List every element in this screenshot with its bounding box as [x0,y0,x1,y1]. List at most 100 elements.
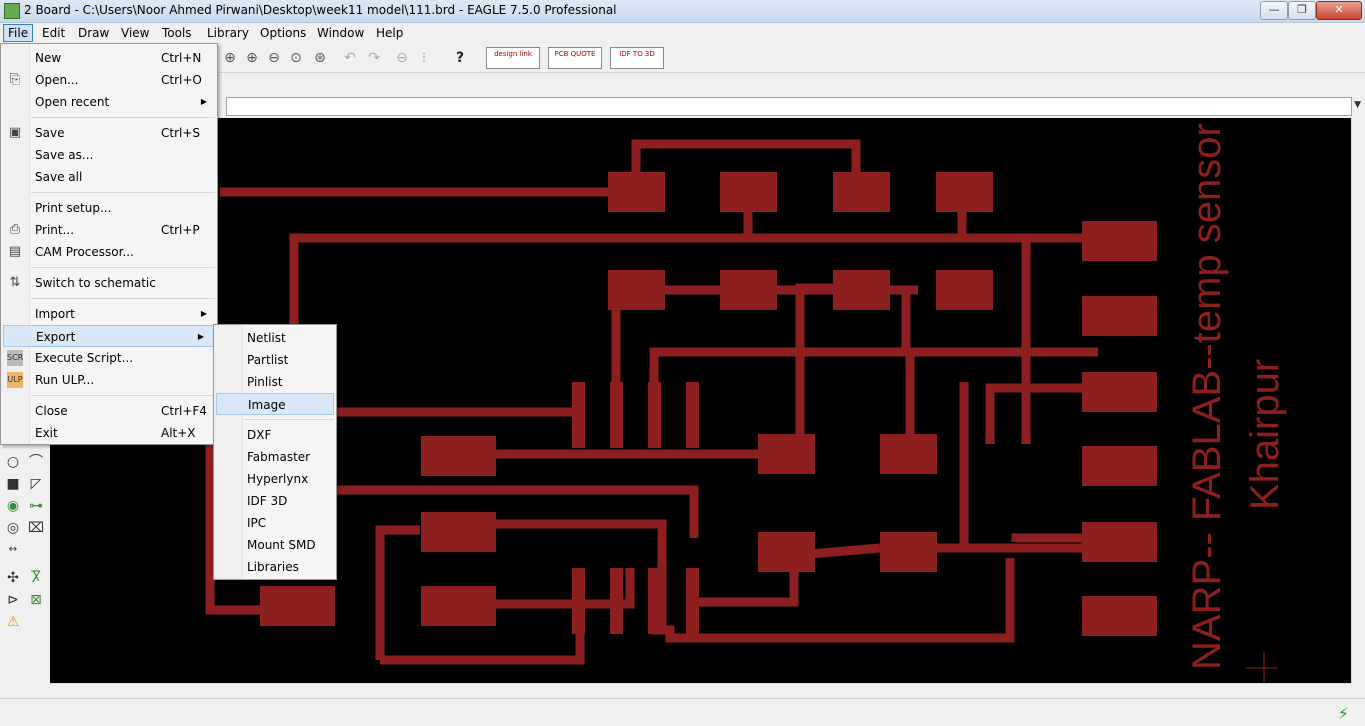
trace [375,525,420,660]
eagle-app-icon [4,3,20,19]
menu-edit[interactable]: Edit [38,25,69,41]
redo-icon[interactable]: ↷ [366,50,382,66]
dimension-tool-icon[interactable]: ↔ [5,542,21,558]
file-menu-close[interactable]: Close Ctrl+F4 [1,400,217,422]
menu-help[interactable]: Help [372,25,407,41]
chevron-right-icon: ▶ [200,309,207,318]
smd-pad [758,532,815,572]
file-menu-save[interactable]: ▣ Save Ctrl+S [1,122,217,144]
export-submenu: Netlist Partlist Pinlist Image DXF Fabma… [213,324,337,580]
design-link-button[interactable]: design link [486,47,540,69]
ic-pin [572,382,585,448]
chevron-right-icon: ▶ [197,332,204,341]
trace [809,543,881,559]
file-menu-save-as[interactable]: Save as... [1,144,217,166]
board-label-line2: Khairpur [1243,359,1287,510]
rect-tool-icon[interactable]: ■ [5,476,21,492]
zoom-select-icon[interactable]: ⊛ [312,50,328,66]
via-tool-icon[interactable]: ◉ [5,498,21,514]
ic-pin [648,382,661,448]
ic-pin [648,568,661,634]
command-input[interactable] [226,97,1352,116]
file-menu-run-ulp[interactable]: ULP Run ULP... [1,369,217,391]
drc-tool-icon[interactable]: ⊳ [5,592,21,608]
help-icon[interactable]: ? [452,50,468,66]
hole-tool-icon[interactable]: ◎ [5,520,21,536]
smd-pad [720,270,777,310]
menu-draw[interactable]: Draw [74,25,113,41]
file-menu-execute-script[interactable]: SCR Execute Script... [1,347,217,369]
chevron-right-icon: ▶ [200,97,207,106]
ic-pin [610,568,623,634]
file-menu-open-recent[interactable]: Open recent ▶ [1,91,217,113]
minimize-button[interactable]: — [1260,1,1288,20]
switch-icon: ⇅ [9,275,21,290]
ratsnest-tool-icon[interactable]: ✣ [5,570,21,586]
menu-view[interactable]: View [117,25,153,41]
file-menu-print-setup[interactable]: Print setup... [1,197,217,219]
export-partlist[interactable]: Partlist [214,349,336,371]
export-pinlist[interactable]: Pinlist [214,371,336,393]
vertical-scrollbar[interactable] [1351,118,1365,683]
menu-file[interactable]: File [3,24,34,42]
file-menu-cam-processor[interactable]: ▤ CAM Processor... [1,241,217,263]
export-hyperlynx[interactable]: Hyperlynx [214,468,336,490]
arc-tool-icon[interactable]: ⌒ [28,454,44,470]
export-mount-smd[interactable]: Mount SMD [214,534,336,556]
export-idf-3d[interactable]: IDF 3D [214,490,336,512]
stop-icon[interactable]: ⊖ [394,50,410,66]
zoom-redraw-icon[interactable]: ⊙ [288,50,304,66]
export-ipc[interactable]: IPC [214,512,336,534]
zoom-in-icon[interactable]: ⊕ [244,50,260,66]
smd-pad [880,434,937,474]
menu-library[interactable]: Library [203,25,253,41]
export-dxf[interactable]: DXF [214,424,336,446]
trace [490,568,635,609]
pcb-quote-button[interactable]: PCB QUOTE [548,47,602,69]
zoom-fit-icon[interactable]: ⊕ [222,50,238,66]
header-pad [1082,372,1157,412]
zoom-out-icon[interactable]: ⊖ [266,50,282,66]
smd-pad [880,532,937,572]
smd-pad [720,172,777,212]
lightning-icon[interactable]: ⚡ [1338,704,1349,723]
idf-to-3d-button[interactable]: IDF TO 3D [610,47,664,69]
horizontal-scrollbar[interactable] [50,683,1351,698]
file-menu-save-all[interactable]: Save all [1,166,217,188]
file-menu-switch-schematic[interactable]: ⇅ Switch to schematic [1,272,217,294]
undo-icon[interactable]: ↶ [342,50,358,66]
header-pad [1082,221,1157,261]
polygon-tool-icon[interactable]: ◸ [28,476,44,492]
header-pad [1082,446,1157,486]
file-menu-open[interactable]: ⎘ Open... Ctrl+O [1,69,217,91]
close-window-button[interactable]: ✕ [1316,1,1362,20]
menu-tools[interactable]: Tools [158,25,196,41]
menu-options[interactable]: Options [256,25,310,41]
file-menu-export[interactable]: Export ▶ [3,325,215,347]
chevron-down-icon[interactable]: ▼ [1354,100,1361,110]
erc-tool-icon[interactable]: ⊠ [28,592,44,608]
warning-icon[interactable]: ⚠ [5,614,21,630]
export-image[interactable]: Image [216,393,334,415]
header-pad [1082,522,1157,562]
route-tool-icon[interactable]: ⊶ [28,498,44,514]
folder-icon: ⎘ [9,72,21,87]
status-bar: ⚡ [0,698,1365,726]
smd-pad [608,270,665,310]
menu-window[interactable]: Window [313,25,368,41]
go-icon[interactable]: ⁝ [416,50,432,66]
file-menu: New Ctrl+N ⎘ Open... Ctrl+O Open recent … [0,43,218,445]
smd-pad [421,436,496,476]
export-fabmaster[interactable]: Fabmaster [214,446,336,468]
file-menu-new[interactable]: New Ctrl+N [1,47,217,69]
file-menu-import[interactable]: Import ▶ [1,303,217,325]
ripup-tool-icon[interactable]: ⌧ [28,520,44,536]
export-netlist[interactable]: Netlist [214,327,336,349]
trace [905,347,1098,436]
circle-tool-icon[interactable]: ○ [5,454,21,470]
export-libraries[interactable]: Libraries [214,556,336,578]
file-menu-exit[interactable]: Exit Alt+X [1,422,217,444]
maximize-button[interactable]: ❐ [1288,1,1316,20]
autorouter-tool-icon[interactable]: Ⴟ [28,570,44,586]
file-menu-print[interactable]: ⎙ Print... Ctrl+P [1,219,217,241]
